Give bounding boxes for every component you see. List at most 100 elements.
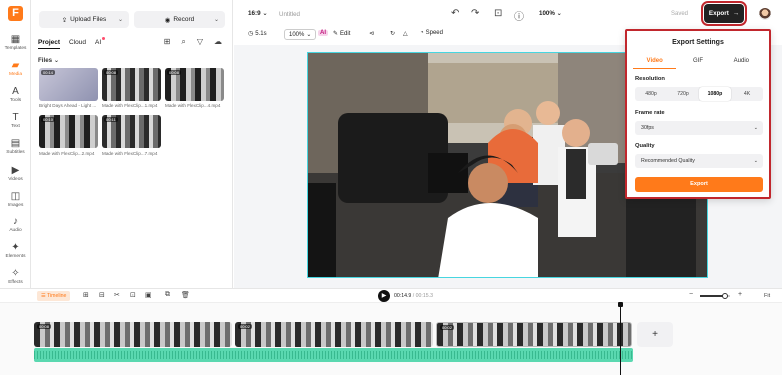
media-thumb-video[interactable]: 00:08 [102,68,161,101]
chevron-down-icon[interactable]: ⌄ [214,16,219,23]
chevron-down-icon: ⌄ [306,32,312,38]
sidebar-item-tools[interactable]: A Tools [0,86,31,103]
sidebar-item-videos[interactable]: ▶ Videos [0,165,31,182]
audio-waveform [34,351,633,359]
export-label: Export [708,10,729,17]
resolution-1080p[interactable]: 1080p [699,87,731,101]
images-icon: ◫ [10,191,21,202]
search-icon[interactable]: ⌕ [181,37,185,47]
export-button[interactable]: Export → [701,1,747,26]
sidebar-item-elements[interactable]: ✦ Elements [0,242,31,259]
timeline-zoom-slider[interactable] [700,293,730,299]
duplicate-icon[interactable]: ⧉ [165,291,170,299]
audio-wave-icon[interactable]: ⊲ [369,30,374,37]
timeline-controls: ☰ Timeline ⊞ ⊟ ✂ ⊡ ▣ ⧉ 🗑 ▶ 00:14.9 / 00:… [0,288,782,303]
audio-track[interactable] [34,348,633,362]
play-button[interactable]: ▶ [378,290,390,302]
scissors-icon[interactable]: ✂ [114,291,120,299]
export-tabs: Video GIF Audio [633,55,763,69]
audio-icon: ♪ [13,216,18,227]
scale-select[interactable]: 100% ⌄ [284,29,317,40]
sidebar-item-templates[interactable]: ▦ Templates [0,34,31,51]
add-clip-icon[interactable]: ⊞ [83,291,89,299]
crop-icon[interactable]: ⊡ [130,291,136,299]
sidebar-item-images[interactable]: ◫ Images [0,191,31,208]
resolution-4k[interactable]: 4K [731,87,763,101]
panel-tools: ⊞ ⌕ ▽ ☁ [164,37,222,47]
ai-tool[interactable]: AI [318,30,328,36]
chevron-down-icon: ⌄ [556,10,562,17]
quality-select[interactable]: Recommended Quality ⌄ [635,154,763,168]
templates-icon: ▦ [10,34,21,45]
filter-icon[interactable]: ▽ [197,37,203,47]
avatar[interactable] [759,8,771,20]
files-header[interactable]: Files ⌄ [38,57,59,64]
clip-duration: 00:08 [37,324,52,329]
sidebar-item-audio[interactable]: ♪ Audio [0,216,31,233]
zoom-select[interactable]: 100% ⌄ [539,10,562,17]
duration-tool[interactable]: ◷ 5.1s [248,30,267,38]
split-icon[interactable]: ⊟ [99,291,105,299]
tab-gif[interactable]: GIF [676,55,719,69]
edit-icon: ✎ [333,31,339,37]
current-time: 00:14.9 [394,293,412,299]
resolution-480p[interactable]: 480p [635,87,667,101]
editor-root: F ▦ Templates ▰ Media A Tools T Text ▤ Subtitles ▶… [0,0,782,375]
cloud-icon[interactable]: ☁ [214,37,222,47]
new-folder-icon[interactable]: ⊞ [164,37,171,47]
video-clip[interactable]: 00:08 [34,322,232,347]
caption-icon[interactable]: ▣ [145,291,152,299]
trash-icon[interactable]: 🗑 [181,291,190,299]
sidebar-item-text[interactable]: T Text [0,112,31,129]
playhead[interactable] [618,302,623,375]
media-thumb-video[interactable]: 00:08 [165,68,224,101]
screenshot-icon[interactable]: ⊡ [494,8,502,19]
framerate-select[interactable]: 30fps ⌄ [635,121,763,135]
upload-files-button[interactable]: ⇪ Upload Files ⌄ [39,11,129,28]
tab-audio[interactable]: Audio [720,55,763,69]
popup-export-button[interactable]: Export [635,177,763,192]
record-button[interactable]: ◉ Record ⌄ [134,11,225,28]
ai-tools-icon: A [12,86,19,97]
subtitles-icon: ▤ [10,138,21,149]
edit-tool[interactable]: ✎ Edit [333,30,350,38]
speed-tool[interactable]: ◔ Speed [420,30,443,36]
ai-label: AI [318,30,328,36]
resolution-720p[interactable]: 720p [667,87,699,101]
rotate-icon[interactable]: ↻ [390,30,395,37]
media-thumb-video[interactable]: 00:11 [102,115,161,148]
thumb-label: Bright Days Ahead - Light ... [39,103,97,108]
fit-button[interactable]: Fit [764,293,770,299]
video-clip[interactable]: 00:02 [436,322,632,347]
tab-video[interactable]: Video [633,55,677,69]
zoom-in-icon[interactable]: + [738,291,742,298]
flip-icon[interactable]: △ [403,30,408,37]
redo-icon[interactable]: ↷ [471,8,479,19]
media-thumb-video[interactable]: 00:10 [39,115,98,148]
app-logo[interactable]: F [8,6,23,21]
project-title[interactable]: Untitled [279,11,300,18]
timeline-label: Timeline [47,293,67,299]
help-icon[interactable]: ⓘ [514,8,524,23]
clip-duration: 00:02 [238,324,253,329]
thumb-duration: 00:08 [167,70,182,75]
tab-ai-label: AI [95,39,102,46]
zoom-out-icon[interactable]: − [689,291,693,298]
timeline-toggle[interactable]: ☰ Timeline [37,291,71,301]
video-clip[interactable]: 00:02 [235,322,433,347]
sidebar-item-effects[interactable]: ✧ Effects [0,268,31,285]
chevron-down-icon[interactable]: ⌄ [118,16,123,23]
media-thumb-audio[interactable]: 00:14 [39,68,98,101]
tab-cloud[interactable]: Cloud [69,39,86,46]
sidebar-item-media[interactable]: ▰ Media [0,60,31,77]
add-clip-button[interactable]: + [637,322,673,347]
aspect-ratio-select[interactable]: 16:9 ⌄ [248,10,268,17]
tab-project[interactable]: Project [38,39,61,49]
speed-icon: ◔ [420,30,424,36]
tab-ai[interactable]: AI [95,37,106,46]
undo-icon[interactable]: ↶ [451,8,459,19]
quality-label: Quality [635,143,655,149]
sidebar-item-subtitles[interactable]: ▤ Subtitles [0,138,31,155]
slider-knob[interactable] [722,293,729,299]
clip-duration: 00:02 [440,325,455,330]
